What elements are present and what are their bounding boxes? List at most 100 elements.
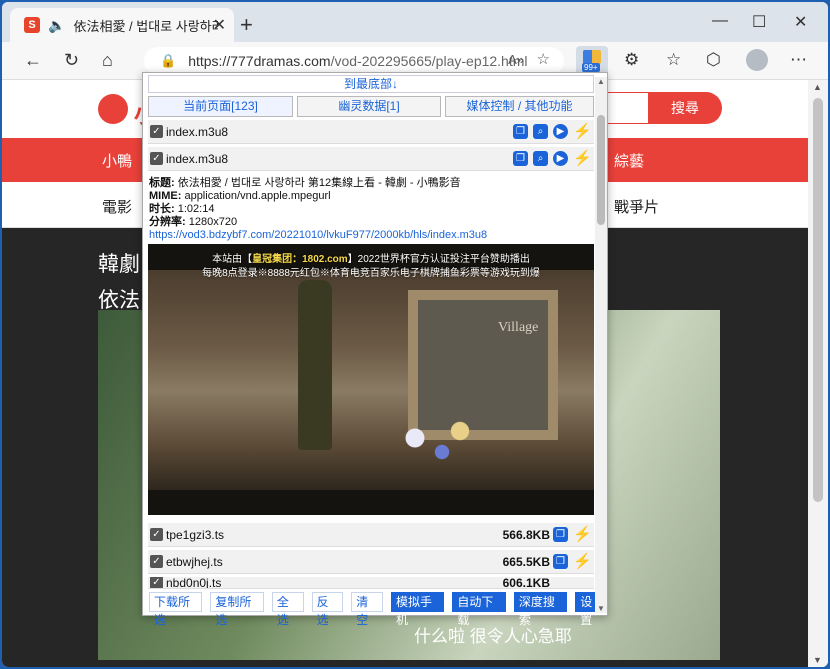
close-window-button[interactable]: ✕: [794, 12, 807, 32]
segment-row[interactable]: ✓ tpe1gzi3.ts 566.8KB ❐ ⚡: [148, 523, 594, 547]
auto-download-button[interactable]: 自动下载: [452, 592, 506, 627]
segment-filename: etbwjhej.ts: [166, 554, 223, 569]
download-bolt-icon[interactable]: ⚡: [573, 124, 592, 139]
close-tab-icon[interactable]: ✕: [213, 15, 226, 35]
site-subnav-war[interactable]: 戰爭片: [614, 196, 659, 217]
media-filename: index.m3u8: [166, 124, 229, 139]
emulate-mobile-button[interactable]: 模拟手机: [391, 592, 445, 627]
page-scrollbar[interactable]: ▲ ▼: [808, 80, 828, 667]
row-checkbox[interactable]: ✓: [150, 125, 163, 138]
segment-size: 606.1KB: [502, 577, 550, 589]
resolution-value: 1280x720: [188, 216, 238, 228]
preview-scene: Village: [148, 270, 594, 490]
row-checkbox[interactable]: ✓: [150, 555, 163, 568]
popup-scrollbar[interactable]: ▲ ▼: [595, 77, 607, 613]
scroll-down-icon[interactable]: ▼: [813, 655, 822, 665]
scroll-up-icon[interactable]: ▲: [813, 82, 822, 92]
favorite-star-icon[interactable]: ☆: [537, 50, 550, 68]
copy-icon[interactable]: ❐: [513, 124, 528, 139]
collections-icon[interactable]: ⬡: [706, 50, 721, 70]
url-field[interactable]: 🔒 https://777dramas.com/vod-202295665/pl…: [144, 47, 564, 75]
tab-media-control[interactable]: 媒体控制 / 其他功能: [445, 96, 594, 117]
speaker-icon[interactable]: 🔈: [48, 17, 65, 34]
duration-value: 1:02:14: [177, 203, 215, 215]
lock-icon[interactable]: 🔒: [160, 53, 176, 69]
media-row[interactable]: ✓ index.m3u8 ❐ ⌕ ▶ ⚡: [148, 120, 594, 144]
copy-icon[interactable]: ❐: [553, 554, 568, 569]
invert-selection-button[interactable]: 反选: [311, 592, 344, 627]
browser-window: S 🔈 依法相愛 / 법대로 사랑하라 ✕ + — ☐ ✕ ← ↻ ⌂ 🔒 ht…: [2, 2, 828, 667]
deep-search-button[interactable]: 深度搜索: [513, 592, 568, 627]
site-favicon-icon: S: [24, 17, 40, 33]
media-row[interactable]: ✓ index.m3u8 ❐ ⌕ ▶ ⚡: [148, 147, 594, 171]
page-scroll-thumb[interactable]: [813, 98, 823, 502]
extension-flag-icon: [583, 50, 601, 64]
duration-label: 时长:: [149, 203, 175, 215]
extension-badge: 99+: [582, 63, 600, 72]
title-label: 标题:: [149, 177, 175, 189]
copy-icon[interactable]: ❐: [553, 527, 568, 542]
url-path: /vod-202295665/play-ep12.html: [330, 53, 528, 69]
parse-search-icon[interactable]: ⌕: [533, 124, 548, 139]
media-filename: index.m3u8: [166, 151, 229, 166]
play-icon[interactable]: ▶: [553, 124, 568, 139]
segment-row[interactable]: ✓ etbwjhej.ts 665.5KB ❐ ⚡: [148, 550, 594, 574]
clear-button[interactable]: 清空: [351, 592, 383, 627]
tab-ghost-data[interactable]: 幽灵数据[1]: [297, 96, 441, 117]
download-bolt-icon[interactable]: ⚡: [573, 151, 592, 166]
maximize-button[interactable]: ☐: [752, 12, 766, 32]
url-host: https://777dramas.com: [188, 53, 331, 69]
play-icon[interactable]: ▶: [553, 151, 568, 166]
popup-scroll-thumb[interactable]: [597, 115, 605, 225]
preview-frame-label: Village: [498, 320, 539, 335]
back-arrow-icon[interactable]: ←: [24, 50, 42, 71]
extensions-puzzle-icon[interactable]: ⚙: [624, 50, 639, 70]
site-nav-home[interactable]: 小鴨: [102, 150, 132, 171]
segment-size: 566.8KB: [502, 527, 550, 542]
select-all-button[interactable]: 全选: [271, 592, 304, 627]
new-tab-button[interactable]: +: [240, 12, 253, 38]
row-actions: ❐ ⌕ ▶ ⚡: [513, 124, 592, 139]
site-nav-variety[interactable]: 綜藝: [614, 150, 644, 171]
page-heading-line1: 韓劇: [98, 253, 140, 276]
browser-tab[interactable]: S 🔈 依法相愛 / 법대로 사랑하라 ✕: [10, 8, 234, 42]
download-selected-button[interactable]: 下载所选: [149, 592, 203, 627]
row-checkbox[interactable]: ✓: [150, 152, 163, 165]
download-bolt-icon[interactable]: ⚡: [573, 554, 592, 569]
favorites-icon[interactable]: ☆: [666, 50, 681, 70]
segment-filename: tpe1gzi3.ts: [166, 527, 225, 542]
parse-search-icon[interactable]: ⌕: [533, 151, 548, 166]
segment-filename: nbd0n0j.ts: [166, 577, 222, 589]
mime-value: application/vnd.apple.mpegurl: [184, 190, 331, 202]
media-info: 标题: 依法相愛 / 법대로 사랑하라 第12集線上看 - 韓劇 - 小鴨影音 …: [149, 177, 594, 242]
preview-caption-2: 每晚8点登录※8888元红包※体育电竞百家乐电子棋牌捕鱼彩票等游戏玩到爆: [202, 268, 540, 279]
minimize-button[interactable]: —: [712, 12, 728, 30]
read-aloud-icon[interactable]: A»: [508, 52, 524, 67]
title-value: 依法相愛 / 법대로 사랑하라 第12集線上看 - 韓劇 - 小鴨影音: [177, 177, 461, 189]
video-preview[interactable]: Village 本站由【皇冠集团：1802.com】2022世界杯官方认证投注平…: [148, 244, 594, 515]
download-bolt-icon[interactable]: ⚡: [573, 527, 592, 542]
tab-title: 依法相愛 / 법대로 사랑하라: [73, 18, 219, 34]
profile-avatar[interactable]: [746, 49, 768, 71]
segment-row[interactable]: ✓ nbd0n0j.ts 606.1KB: [148, 577, 594, 589]
popup-scroll-up-icon[interactable]: ▲: [597, 77, 605, 86]
site-search-button[interactable]: 搜尋: [648, 92, 722, 124]
home-icon[interactable]: ⌂: [102, 50, 113, 71]
copy-selected-button[interactable]: 复制所选: [210, 592, 264, 627]
segment-size: 665.5KB: [502, 554, 550, 569]
site-subnav-movies[interactable]: 電影: [102, 196, 132, 217]
row-checkbox[interactable]: ✓: [150, 577, 163, 588]
copy-icon[interactable]: ❐: [513, 151, 528, 166]
refresh-icon[interactable]: ↻: [64, 50, 79, 71]
preview-flowers: [388, 410, 478, 480]
media-sniffer-popup: 到最底部↓ 当前页面[123] 幽灵数据[1] 媒体控制 / 其他功能 ✓ in…: [142, 72, 608, 627]
row-actions: ❐ ⚡: [553, 554, 592, 569]
media-url-link[interactable]: https://vod3.bdzybf7.com/20221010/lvkuF9…: [149, 229, 594, 242]
site-logo-icon[interactable]: [98, 94, 128, 124]
popup-scroll-down-icon[interactable]: ▼: [597, 604, 605, 613]
scroll-to-bottom-link[interactable]: 到最底部↓: [148, 75, 594, 93]
more-menu-icon[interactable]: ⋯: [790, 50, 807, 70]
tab-current-page[interactable]: 当前页面[123]: [148, 96, 293, 117]
row-checkbox[interactable]: ✓: [150, 528, 163, 541]
action-bar: 下载所选 复制所选 全选 反选 清空 模拟手机 自动下载 深度搜索 设置: [149, 592, 607, 627]
